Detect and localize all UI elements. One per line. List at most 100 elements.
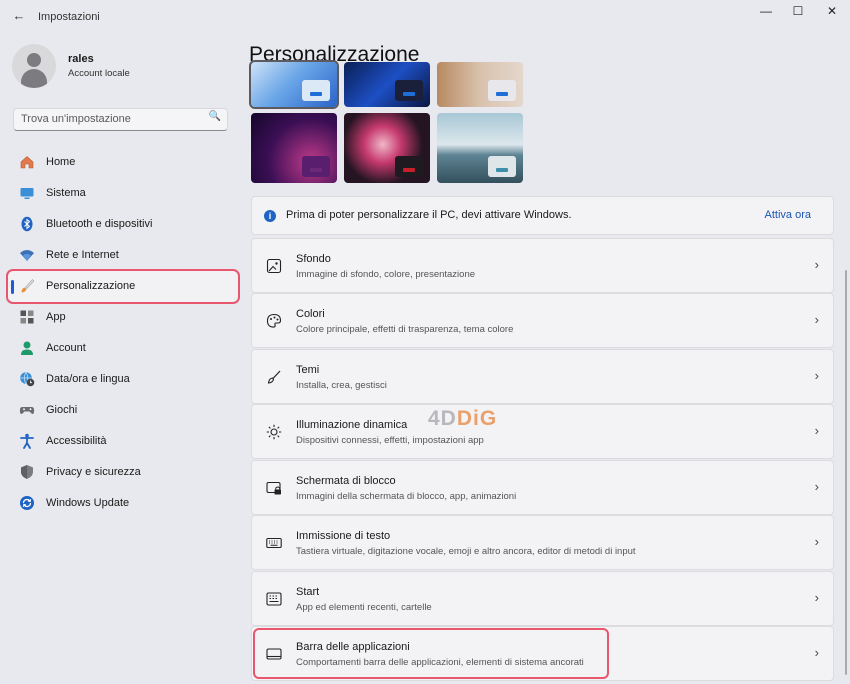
accessibility-icon	[20, 433, 34, 449]
selection-indicator	[11, 280, 14, 294]
sidebar-item-personalization[interactable]: Personalizzazione	[6, 269, 240, 304]
setting-row-dynamic-lighting[interactable]: Illuminazione dinamica Dispositivi conne…	[251, 404, 834, 459]
wallpaper-thumbnail[interactable]	[437, 113, 523, 183]
setting-title: Schermata di blocco	[296, 475, 396, 487]
sidebar-item-datetime[interactable]: Data/ora e lingua	[8, 364, 238, 395]
setting-subtitle: Immagini della schermata di blocco, app,…	[296, 491, 517, 502]
setting-row-start[interactable]: Start App ed elementi recenti, cartelle …	[251, 571, 834, 626]
setting-title: Immissione di testo	[296, 530, 391, 542]
profile[interactable]: rales Account locale	[12, 44, 242, 90]
sun-icon	[266, 424, 282, 440]
watermark-text: DiG	[456, 407, 498, 430]
sidebar-item-label: Giochi	[46, 404, 78, 416]
sidebar-item-label: Windows Update	[46, 497, 130, 509]
setting-subtitle: Installa, crea, gestisci	[296, 380, 387, 391]
setting-title: Barra delle applicazioni	[296, 641, 410, 653]
wallpaper-thumbnail[interactable]	[251, 113, 337, 183]
activation-banner: i Prima di poter personalizzare il PC, d…	[251, 196, 834, 235]
image-icon	[266, 258, 282, 274]
sidebar-item-label: Home	[46, 156, 76, 168]
setting-subtitle: Tastiera virtuale, digitazione vocale, e…	[296, 546, 636, 557]
sidebar-item-label: Sistema	[46, 187, 86, 199]
activate-now-link[interactable]: Attiva ora	[765, 209, 811, 221]
account-icon	[21, 341, 33, 355]
wallpaper-thumbnail[interactable]	[344, 62, 430, 107]
sidebar-item-label: Bluetooth e dispositivi	[46, 218, 153, 230]
setting-subtitle: Comportamenti barra delle applicazioni, …	[296, 657, 584, 668]
chevron-right-icon: ›	[814, 534, 819, 549]
setting-row-themes[interactable]: Temi Installa, crea, gestisci ›	[251, 349, 834, 404]
sidebar-item-system[interactable]: Sistema	[8, 178, 238, 209]
info-icon: i	[264, 210, 276, 222]
setting-title: Colori	[296, 308, 325, 320]
nav-list: Home Sistema Bluetooth e dispositivi Ret…	[6, 147, 240, 519]
wallpaper-thumbnail[interactable]	[344, 113, 430, 183]
gamepad-icon	[19, 407, 35, 414]
watermark-logo: 4DDiG	[428, 407, 497, 431]
sidebar-item-label: Rete e Internet	[46, 249, 119, 261]
chevron-right-icon: ›	[814, 645, 819, 660]
activation-message: Prima di poter personalizzare il PC, dev…	[286, 209, 572, 221]
wallpaper-thumbnail[interactable]	[437, 62, 523, 107]
back-arrow-icon[interactable]: ←	[10, 7, 28, 25]
sidebar-item-apps[interactable]: App	[8, 302, 238, 333]
sidebar-item-home[interactable]: Home	[8, 147, 238, 178]
search-box[interactable]: 🔍	[13, 108, 228, 131]
close-button[interactable]: ✕	[814, 2, 850, 20]
search-icon[interactable]: 🔍	[209, 111, 221, 122]
sidebar: rales Account locale 🔍 Home Sistema Blue…	[0, 34, 245, 684]
chevron-right-icon: ›	[814, 312, 819, 327]
setting-title: Temi	[296, 364, 320, 376]
shield-icon	[21, 465, 33, 479]
minimize-button[interactable]: —	[748, 2, 784, 20]
setting-row-lock-screen[interactable]: Schermata di blocco Immagini della scher…	[251, 460, 834, 515]
setting-row-taskbar[interactable]: Barra delle applicazioni Comportamenti b…	[251, 626, 834, 681]
profile-name: rales	[68, 53, 94, 65]
brush-icon	[267, 370, 281, 384]
title-bar: ← Impostazioni — ☐ ✕	[0, 0, 850, 34]
chevron-right-icon: ›	[814, 368, 819, 383]
setting-title: Start	[296, 586, 320, 598]
wifi-icon	[20, 250, 34, 261]
apps-icon	[20, 310, 34, 324]
chevron-right-icon: ›	[814, 479, 819, 494]
update-icon	[20, 496, 34, 510]
taskbar-icon	[266, 648, 282, 660]
sidebar-item-windows-update[interactable]: Windows Update	[8, 488, 238, 519]
setting-subtitle: Immagine di sfondo, colore, presentazion…	[296, 269, 476, 280]
start-icon	[266, 592, 282, 606]
globe-clock-icon	[20, 372, 35, 387]
setting-title: Illuminazione dinamica	[296, 419, 408, 431]
setting-subtitle: Colore principale, effetti di trasparenz…	[296, 324, 514, 335]
setting-row-text-input[interactable]: Immissione di testo Tastiera virtuale, d…	[251, 515, 834, 570]
sidebar-item-label: Account	[46, 342, 86, 354]
search-input[interactable]	[21, 111, 201, 127]
palette-icon	[266, 313, 282, 328]
sidebar-item-label: Personalizzazione	[46, 280, 136, 292]
watermark-text: 4D	[428, 407, 457, 430]
setting-row-colors[interactable]: Colori Colore principale, effetti di tra…	[251, 293, 834, 348]
sidebar-item-label: Accessibilità	[46, 435, 107, 447]
wallpaper-thumbnail[interactable]	[249, 60, 339, 109]
setting-row-background[interactable]: Sfondo Immagine di sfondo, colore, prese…	[251, 238, 834, 293]
sidebar-item-gaming[interactable]: Giochi	[8, 395, 238, 426]
sidebar-item-network[interactable]: Rete e Internet	[8, 240, 238, 271]
chevron-right-icon: ›	[814, 590, 819, 605]
setting-subtitle: Dispositivi connessi, effetti, impostazi…	[296, 435, 484, 446]
home-icon	[20, 156, 34, 169]
setting-subtitle: App ed elementi recenti, cartelle	[296, 602, 432, 613]
sidebar-item-privacy[interactable]: Privacy e sicurezza	[8, 457, 238, 488]
sidebar-item-bluetooth[interactable]: Bluetooth e dispositivi	[8, 209, 238, 240]
chevron-right-icon: ›	[814, 423, 819, 438]
keyboard-icon	[266, 537, 282, 549]
avatar	[12, 44, 56, 88]
maximize-button[interactable]: ☐	[780, 2, 816, 20]
profile-account-type: Account locale	[68, 68, 130, 79]
system-icon	[20, 188, 34, 199]
sidebar-item-accessibility[interactable]: Accessibilità	[8, 426, 238, 457]
sidebar-item-account[interactable]: Account	[8, 333, 238, 364]
app-title: Impostazioni	[38, 11, 100, 23]
setting-title: Sfondo	[296, 253, 331, 265]
chevron-right-icon: ›	[814, 257, 819, 272]
scrollbar[interactable]	[845, 270, 847, 675]
